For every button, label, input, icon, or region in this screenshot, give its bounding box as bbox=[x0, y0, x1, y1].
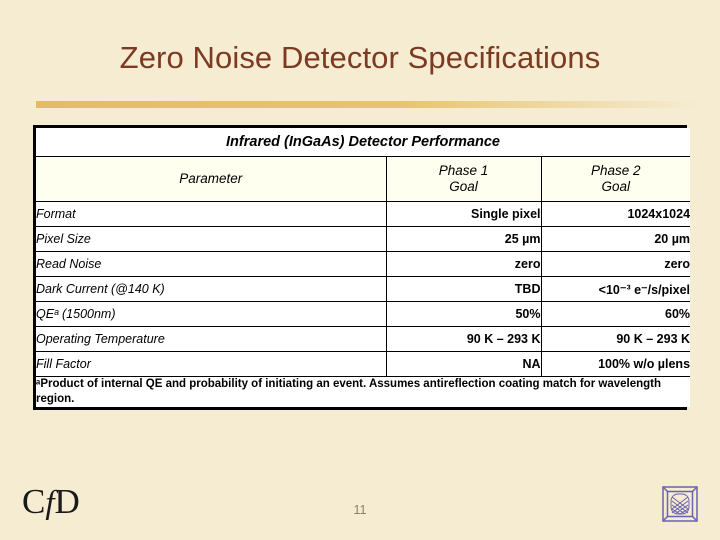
table-footnote: ᵃProduct of internal QE and probability … bbox=[36, 376, 691, 408]
row-parameter: Operating Temperature bbox=[36, 326, 387, 352]
column-header-phase1-line2: Goal bbox=[449, 179, 478, 194]
column-header-phase2-line1: Phase 2 bbox=[590, 163, 641, 179]
table-row: Format Single pixel 1024x1024 bbox=[36, 201, 691, 227]
row-phase2-value: <10⁻³ e⁻/s/pixel bbox=[540, 276, 691, 302]
page-number: 11 bbox=[353, 503, 367, 517]
column-header-phase1: Phase 1 Goal bbox=[385, 156, 542, 202]
row-phase2-value: zero bbox=[540, 251, 691, 277]
row-parameter: Pixel Size bbox=[36, 226, 387, 252]
row-phase1-value: TBD bbox=[385, 276, 542, 302]
spec-table: Infrared (InGaAs) Detector Performance P… bbox=[36, 128, 691, 408]
table-caption-row: Infrared (InGaAs) Detector Performance bbox=[36, 128, 691, 157]
column-header-parameter: Parameter bbox=[36, 156, 387, 202]
row-phase2-value: 90 K – 293 K bbox=[540, 326, 691, 352]
column-header-phase1-line1: Phase 1 bbox=[438, 163, 489, 179]
table-row: Pixel Size 25 µm 20 µm bbox=[36, 226, 691, 252]
column-header-phase2-line2: Goal bbox=[601, 179, 631, 194]
row-phase1-value: 25 µm bbox=[385, 226, 542, 252]
corner-logo-icon bbox=[658, 482, 702, 526]
title-accent-bar bbox=[36, 101, 700, 108]
row-phase2-value: 20 µm bbox=[540, 226, 691, 252]
row-phase1-value: Single pixel bbox=[385, 201, 542, 227]
row-parameter: Read Noise bbox=[36, 251, 387, 277]
row-parameter: QEᵃ (1500nm) bbox=[36, 301, 387, 327]
row-phase1-value: 90 K – 293 K bbox=[385, 326, 542, 352]
row-phase2-value: 60% bbox=[540, 301, 691, 327]
table-caption: Infrared (InGaAs) Detector Performance bbox=[36, 128, 691, 157]
row-parameter: Dark Current (@140 K) bbox=[36, 276, 387, 302]
table-row: Operating Temperature 90 K – 293 K 90 K … bbox=[36, 326, 691, 352]
row-parameter: Fill Factor bbox=[36, 351, 387, 377]
row-phase2-value: 1024x1024 bbox=[540, 201, 691, 227]
page-title: Zero Noise Detector Specifications bbox=[119, 40, 601, 75]
table-row: QEᵃ (1500nm) 50% 60% bbox=[36, 301, 691, 327]
table-footnote-row: ᵃProduct of internal QE and probability … bbox=[36, 376, 691, 408]
row-phase1-value: zero bbox=[385, 251, 542, 277]
table-header-row: Parameter Phase 1 Goal Phase 2 Goal bbox=[36, 156, 691, 202]
row-phase1-value: 50% bbox=[385, 301, 542, 327]
table-row: Dark Current (@140 K) TBD <10⁻³ e⁻/s/pix… bbox=[36, 276, 691, 302]
table-row: Fill Factor NA 100% w/o µlens bbox=[36, 351, 691, 377]
table-row: Read Noise zero zero bbox=[36, 251, 691, 277]
column-header-phase2: Phase 2 Goal bbox=[540, 156, 691, 202]
row-parameter: Format bbox=[36, 201, 387, 227]
row-phase2-value: 100% w/o µlens bbox=[540, 351, 691, 377]
row-phase1-value: NA bbox=[385, 351, 542, 377]
spec-table-container: Infrared (InGaAs) Detector Performance P… bbox=[33, 125, 691, 411]
